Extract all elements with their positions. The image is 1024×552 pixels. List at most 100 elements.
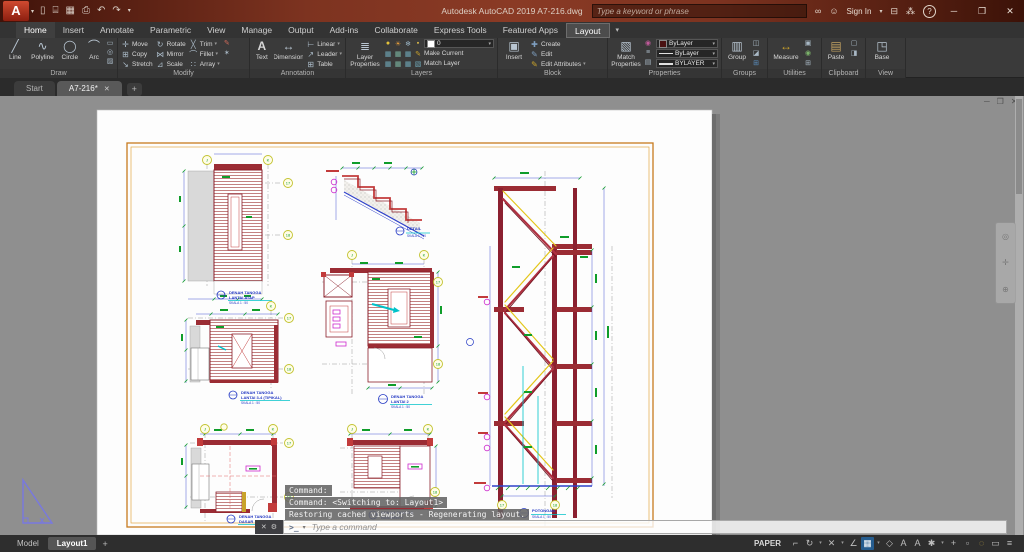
paper-space-label[interactable]: PAPER: [754, 539, 781, 548]
file-tab-close-icon[interactable]: ✕: [104, 85, 110, 93]
text-button[interactable]: A Text: [253, 39, 271, 69]
close-button[interactable]: ✕: [1000, 6, 1020, 17]
open-icon[interactable]: ⌸: [53, 0, 59, 22]
quick-select-icon[interactable]: ◉: [804, 49, 812, 57]
line-button[interactable]: ╱ Line: [3, 39, 27, 69]
panel-title-clipboard[interactable]: Clipboard: [822, 69, 865, 78]
quick-properties-icon[interactable]: ▫: [961, 537, 974, 550]
lineweight-dropdown[interactable]: BYLAYER ▾: [656, 59, 718, 68]
search-binoculars-icon[interactable]: ∞: [815, 6, 821, 16]
new-icon[interactable]: ▯: [40, 0, 46, 22]
ortho-mode-icon[interactable]: ∠: [847, 537, 860, 550]
command-customize-wrench-icon[interactable]: ⚙: [271, 523, 277, 531]
full-nav-wheel-icon[interactable]: ◎: [1002, 232, 1009, 241]
linetype-list-icon[interactable]: ≡: [644, 49, 652, 56]
layer-freeze-icon[interactable]: ❄: [404, 40, 412, 48]
ribbon-tab-layout[interactable]: Layout: [566, 23, 610, 38]
zoom-extents-icon[interactable]: ⊕: [1002, 285, 1009, 294]
ellipse-icon[interactable]: ◎: [106, 48, 114, 56]
layer-thaw-sun-icon[interactable]: ☀: [394, 40, 402, 48]
measure-button[interactable]: ↔ Measure: [771, 39, 801, 69]
group-manager-icon[interactable]: ⊞: [752, 59, 760, 67]
command-input[interactable]: [310, 521, 1001, 533]
panel-title-layers[interactable]: Layers: [346, 69, 497, 78]
insert-button[interactable]: ▣ Insert: [501, 39, 527, 69]
ribbon-tab-collaborate[interactable]: Collaborate: [366, 22, 425, 38]
annotation-scale-caret-icon[interactable]: ▾: [875, 537, 882, 550]
new-layout-button[interactable]: +: [96, 539, 113, 549]
object-snap-icon[interactable]: ✕: [825, 537, 838, 550]
color-wheel-icon[interactable]: ◉: [644, 39, 652, 47]
ribbon-tab-addins[interactable]: Add-ins: [322, 22, 367, 38]
annotation-monitor-icon[interactable]: +: [947, 537, 960, 550]
object-color-dropdown[interactable]: ByLayer ▾: [656, 39, 718, 48]
save-icon[interactable]: ▦: [66, 0, 75, 22]
layer-on-bulb-icon[interactable]: ●: [384, 40, 392, 47]
group-edit-icon[interactable]: ◫: [752, 39, 760, 47]
edit-attributes-button[interactable]: ✎Edit Attributes▾: [530, 59, 586, 69]
ribbon-collapse-icon[interactable]: ▾: [610, 22, 626, 38]
ribbon-tab-insert[interactable]: Insert: [55, 22, 92, 38]
scale-button[interactable]: ⊿Scale: [156, 59, 186, 69]
qat-dropdown-icon[interactable]: ▾: [128, 0, 131, 22]
new-drawing-tab-button[interactable]: +: [127, 83, 142, 96]
sign-in-label[interactable]: Sign In: [847, 7, 872, 16]
fillet-button[interactable]: ⌒Fillet▾: [189, 49, 220, 59]
polar-tracking-icon[interactable]: ↻: [803, 537, 816, 550]
isodraft-icon[interactable]: ◇: [883, 537, 896, 550]
circle-button[interactable]: ◯ Circle: [58, 39, 82, 69]
clipboard-copy-icon[interactable]: ▢: [850, 39, 858, 47]
edit-attributes-caret-icon[interactable]: ▾: [583, 61, 586, 67]
snap-mode-icon[interactable]: ⌐: [789, 537, 802, 550]
sign-in-person-icon[interactable]: ☺: [829, 6, 838, 16]
navigation-bar[interactable]: ◎ ✛ ⊕: [995, 222, 1016, 304]
match-properties-button[interactable]: ▧ Match Properties: [611, 39, 641, 69]
paste-button[interactable]: ▤ Paste: [825, 39, 847, 69]
annotation-scale-icon[interactable]: ▦: [861, 537, 874, 550]
panel-title-view[interactable]: View: [866, 69, 905, 78]
workspace-gear-icon[interactable]: ✱: [925, 537, 938, 550]
layer-lock-icon[interactable]: ▪: [414, 40, 422, 47]
quick-calc-icon[interactable]: ⊞: [804, 59, 812, 67]
dimension-button[interactable]: ↔ Dimension: [274, 39, 304, 69]
file-tab-start[interactable]: Start: [14, 81, 55, 96]
erase-icon[interactable]: ✎: [223, 39, 231, 47]
help-icon[interactable]: ?: [923, 5, 936, 18]
sign-in-caret-icon[interactable]: ▾: [879, 8, 882, 15]
undo-icon[interactable]: ↶: [97, 0, 105, 22]
hatch-icon[interactable]: ▨: [106, 57, 114, 65]
array-caret-icon[interactable]: ▾: [217, 61, 220, 67]
make-current-button[interactable]: ▦ ▦ ▦ ✎ Make Current: [384, 49, 494, 58]
panel-title-properties[interactable]: Properties: [608, 69, 721, 78]
panel-title-modify[interactable]: Modify: [118, 69, 249, 78]
table-button[interactable]: ⊞Table: [306, 59, 342, 69]
linear-caret-icon[interactable]: ▾: [337, 41, 340, 47]
leader-button[interactable]: ↗Leader▾: [306, 49, 342, 59]
layout1-tab[interactable]: Layout1: [48, 537, 97, 550]
vertical-scrollbar[interactable]: [1015, 96, 1023, 535]
mirror-button[interactable]: ⋈Mirror: [156, 49, 186, 59]
fillet-caret-icon[interactable]: ▾: [215, 51, 218, 57]
polar-caret-icon[interactable]: ▾: [817, 537, 824, 550]
minimize-button[interactable]: ─: [944, 6, 964, 16]
clean-screen-icon[interactable]: ▭: [989, 537, 1002, 550]
match-layer-button[interactable]: ▦ ▦ ▦ ▧ Match Layer: [384, 59, 494, 68]
ribbon-tab-view[interactable]: View: [199, 22, 233, 38]
leader-caret-icon[interactable]: ▾: [339, 51, 342, 57]
layer-dropdown[interactable]: 0 ▾: [424, 39, 494, 48]
command-line-handle[interactable]: ✕ ⚙: [255, 520, 283, 534]
layer-properties-button[interactable]: ≣ Layer Properties: [349, 39, 381, 69]
command-input-area[interactable]: >_ ▾: [283, 520, 1007, 534]
explode-icon[interactable]: ✶: [223, 49, 231, 57]
panel-title-utilities[interactable]: Utilities: [768, 69, 821, 78]
stretch-button[interactable]: ↘Stretch: [121, 59, 153, 69]
ribbon-tab-home[interactable]: Home: [16, 22, 55, 38]
command-close-icon[interactable]: ✕: [261, 523, 267, 531]
array-button[interactable]: ∷Array▾: [189, 59, 220, 69]
customization-menu-icon[interactable]: ≡: [1003, 537, 1016, 550]
drawing-minimize-icon[interactable]: ─: [984, 97, 990, 106]
block-create-button[interactable]: ✚Create: [530, 39, 586, 49]
id-point-icon[interactable]: ▣: [804, 39, 812, 47]
file-tab-drawing[interactable]: A7-216* ✕: [57, 81, 122, 96]
polyline-button[interactable]: ∿ Polyline: [30, 39, 54, 69]
